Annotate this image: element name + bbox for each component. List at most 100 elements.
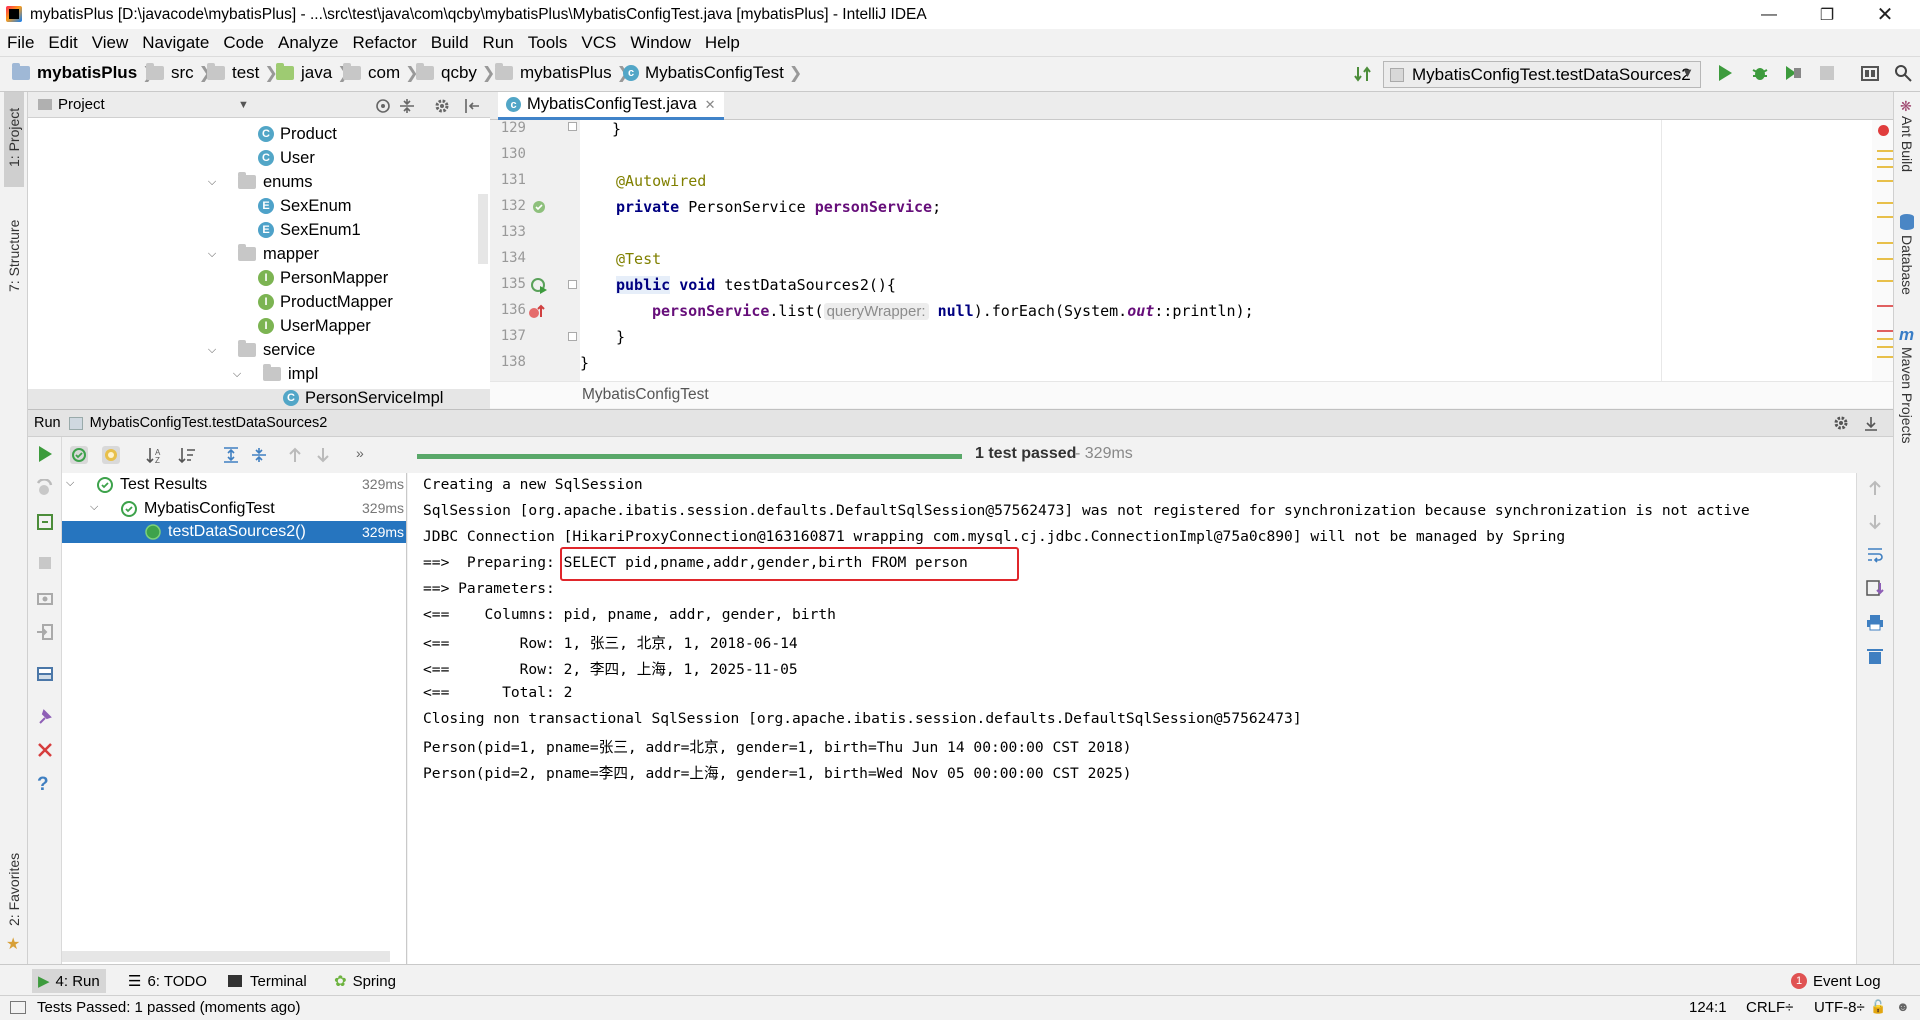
project-tool-label[interactable]: 1: Project [6, 108, 22, 167]
tree-item-productmapper[interactable]: I ProductMapper [258, 290, 393, 314]
chevron-down-icon[interactable]: ⌵ [90, 501, 103, 514]
rerun-icon[interactable] [36, 445, 54, 463]
debug-icon[interactable] [1751, 64, 1769, 82]
menu-vcs[interactable]: VCS [574, 33, 623, 53]
tree-item-personmapper[interactable]: I PersonMapper [258, 266, 388, 290]
menu-navigate[interactable]: Navigate [135, 33, 216, 53]
scroll-to-end-icon[interactable] [1866, 579, 1884, 597]
breadcrumb-java[interactable]: java❯ [276, 63, 351, 83]
tab-event-log[interactable]: 1 Event Log [1785, 969, 1887, 993]
camera-icon[interactable] [36, 589, 54, 607]
show-ignored-icon[interactable] [102, 446, 120, 464]
tool-windows-icon[interactable] [10, 1001, 26, 1014]
project-panel-title[interactable]: Project [58, 96, 105, 113]
breadcrumb-src[interactable]: src ❯ [146, 63, 212, 83]
pin-icon[interactable] [36, 707, 54, 725]
minimize-button[interactable]: — [1746, 0, 1792, 29]
chevron-down-icon[interactable]: ⌵ [231, 368, 243, 380]
sort-alphabetically-icon[interactable]: AZ [146, 446, 164, 464]
lock-icon[interactable]: 🔓 [1870, 999, 1886, 1015]
collapse-all-icon[interactable] [398, 97, 416, 115]
implementation-icon[interactable] [528, 302, 546, 320]
menu-build[interactable]: Build [424, 33, 476, 53]
menu-file[interactable]: File [0, 33, 41, 53]
close-icon[interactable] [36, 741, 54, 759]
editor-tab[interactable]: c MybatisConfigTest.java ✕ [498, 92, 724, 120]
tab-todo[interactable]: ☰ 6: TODO [122, 969, 213, 993]
caret-position[interactable]: 124:1 [1689, 999, 1727, 1016]
chevron-down-icon[interactable]: ⌵ [66, 477, 79, 490]
view-dropdown-icon[interactable]: ▼ [238, 99, 249, 111]
error-stripe[interactable] [1872, 120, 1893, 381]
tab-terminal[interactable]: Terminal [222, 969, 313, 993]
gear-icon[interactable] [1832, 414, 1850, 432]
help-icon[interactable]: ? [37, 774, 55, 795]
exit-icon[interactable] [36, 623, 54, 641]
tab-run[interactable]: ▶ 4: Run [32, 969, 106, 993]
project-structure-icon[interactable] [1861, 64, 1879, 82]
stop-icon[interactable] [36, 554, 54, 572]
fold-marker-icon[interactable] [568, 122, 577, 131]
editor-footer-class[interactable]: MybatisConfigTest [582, 386, 709, 404]
maximize-button[interactable]: ❐ [1804, 0, 1850, 29]
database-label[interactable]: Database [1899, 235, 1915, 295]
test-node-method[interactable]: testDataSources2() [144, 520, 306, 544]
menu-tools[interactable]: Tools [521, 33, 575, 53]
tree-item-service[interactable]: ⌵ service [206, 338, 315, 362]
tree-item-mapper[interactable]: ⌵ mapper [206, 242, 319, 266]
more-options-icon[interactable]: » [356, 445, 364, 461]
menu-edit[interactable]: Edit [41, 33, 84, 53]
chevron-down-icon[interactable]: ⌵ [206, 344, 218, 356]
hide-panel-icon[interactable] [1862, 414, 1880, 432]
chevron-down-icon[interactable]: ⌵ [206, 248, 218, 260]
build-project-icon[interactable] [1354, 65, 1372, 83]
test-node-results[interactable]: Test Results [96, 473, 207, 497]
sort-by-duration-icon[interactable] [178, 446, 196, 464]
close-button[interactable]: ✕ [1862, 0, 1908, 29]
breadcrumb-com[interactable]: com ❯ [343, 63, 419, 83]
trash-icon[interactable] [1866, 647, 1884, 665]
menu-view[interactable]: View [85, 33, 136, 53]
maven-projects-label[interactable]: Maven Projects [1899, 347, 1915, 443]
tree-item-product[interactable]: C Product [258, 122, 337, 146]
print-icon[interactable] [1866, 613, 1884, 631]
down-arrow-icon[interactable] [1866, 513, 1884, 531]
layout-icon[interactable] [36, 665, 54, 683]
next-failed-icon[interactable] [314, 446, 332, 464]
console-output[interactable]: Creating a new SqlSession SqlSession [or… [408, 473, 1856, 964]
close-tab-icon[interactable]: ✕ [705, 97, 716, 113]
menu-help[interactable]: Help [698, 33, 747, 53]
collapse-all-icon[interactable] [250, 446, 268, 464]
run-configuration-select[interactable]: MybatisConfigTest.testDataSources2 ▼ [1383, 61, 1701, 88]
rerun-failed-icon[interactable] [36, 479, 54, 497]
tree-item-usermapper[interactable]: I UserMapper [258, 314, 371, 338]
run-config-tab[interactable]: MybatisConfigTest.testDataSources2 [90, 415, 328, 431]
line-separator[interactable]: CRLF÷ [1746, 999, 1793, 1016]
error-icon[interactable] [1878, 125, 1889, 136]
menu-analyze[interactable]: Analyze [271, 33, 345, 53]
menu-window[interactable]: Window [623, 33, 697, 53]
menu-code[interactable]: Code [216, 33, 271, 53]
breadcrumb-class[interactable]: c MybatisConfigTest ❯ [623, 63, 802, 83]
breadcrumb-test[interactable]: test ❯ [207, 63, 278, 83]
fold-marker-icon[interactable] [568, 332, 577, 341]
show-passed-icon[interactable] [70, 446, 88, 464]
tree-item-impl[interactable]: ⌵ impl [231, 362, 318, 386]
ant-build-label[interactable]: Ant Build [1899, 116, 1915, 172]
bean-navigation-icon[interactable] [530, 198, 548, 216]
file-encoding[interactable]: UTF-8÷ [1814, 999, 1865, 1016]
breadcrumb-project[interactable]: mybatisPlus❯ [12, 63, 156, 83]
tree-item-personserviceimpl[interactable]: C PersonServiceImpl [283, 386, 443, 409]
menu-run[interactable]: Run [476, 33, 521, 53]
locate-icon[interactable] [374, 97, 392, 115]
soft-wrap-icon[interactable] [1866, 545, 1884, 563]
code-editor[interactable]: } @Autowired private PersonService perso… [580, 120, 1893, 381]
project-scrollbar[interactable] [478, 194, 488, 264]
tab-spring[interactable]: ✿ Spring [328, 969, 402, 993]
run-icon[interactable] [1716, 64, 1734, 82]
run-test-icon[interactable] [530, 276, 548, 294]
tree-item-user[interactable]: C User [258, 146, 315, 170]
menu-refactor[interactable]: Refactor [345, 33, 423, 53]
stop-icon[interactable] [1818, 64, 1836, 82]
tree-item-sexenum1[interactable]: E SexEnum1 [258, 218, 361, 242]
